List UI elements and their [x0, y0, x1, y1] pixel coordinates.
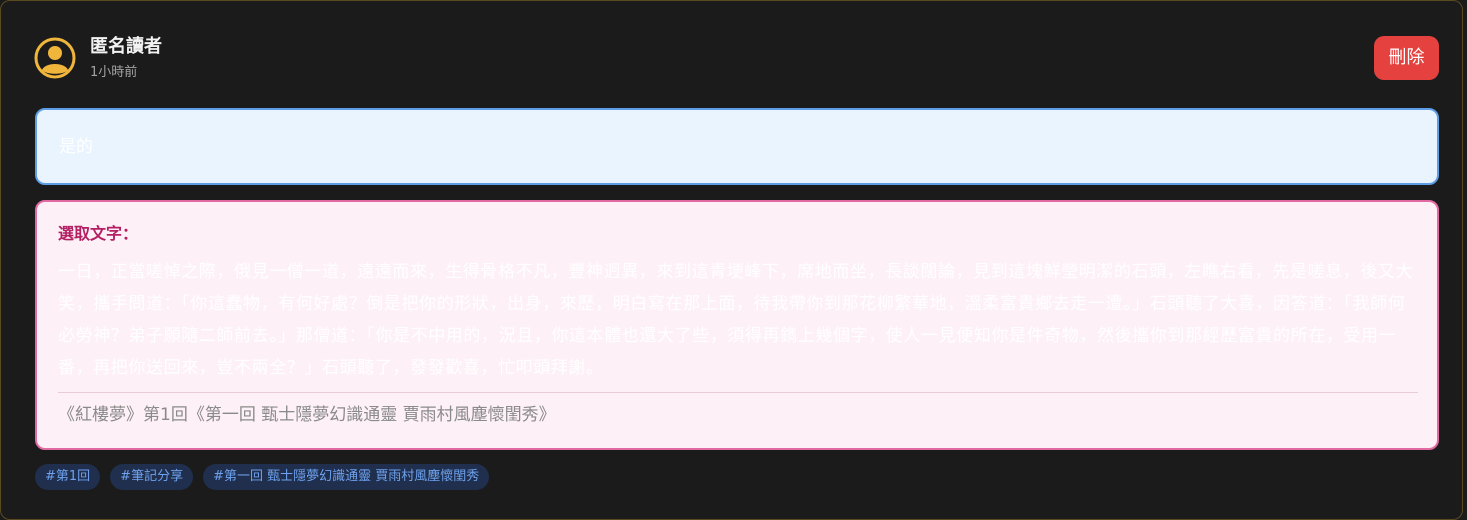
quote-divider: [58, 392, 1418, 393]
tag-chapter[interactable]: #第1回: [35, 464, 101, 490]
note-card: 匿名讀者 1小時前 刪除 是的 選取文字： 一日，正當嗟悼之際，俄見一僧一道，遠…: [0, 0, 1463, 520]
quote-box: 選取文字： 一日，正當嗟悼之際，俄見一僧一道，遠遠而來，生得骨格不凡，豐神迥異，…: [35, 200, 1439, 450]
author-name: 匿名讀者: [90, 36, 162, 57]
quote-source: 《紅樓夢》第1回《第一回 甄士隱夢幻識通靈 賈雨村風塵懷閨秀》: [58, 405, 556, 425]
delete-button[interactable]: 刪除: [1374, 36, 1439, 80]
user-avatar-icon: [34, 37, 76, 79]
comment-text: 是的: [59, 137, 93, 157]
comment-box: 是的: [35, 108, 1439, 185]
tag-list: #第1回 #筆記分享 #第一回 甄士隱夢幻識通靈 賈雨村風塵懷閨秀: [35, 464, 490, 490]
quote-text: 一日，正當嗟悼之際，俄見一僧一道，遠遠而來，生得骨格不凡，豐神迥異，來到這青埂峰…: [58, 262, 1414, 378]
quote-label: 選取文字：: [58, 224, 139, 243]
tag-chapter-title[interactable]: #第一回 甄士隱夢幻識通靈 賈雨村風塵懷閨秀: [203, 464, 490, 490]
tag-note-share[interactable]: #筆記分享: [110, 464, 194, 490]
post-time: 1小時前: [90, 65, 138, 80]
